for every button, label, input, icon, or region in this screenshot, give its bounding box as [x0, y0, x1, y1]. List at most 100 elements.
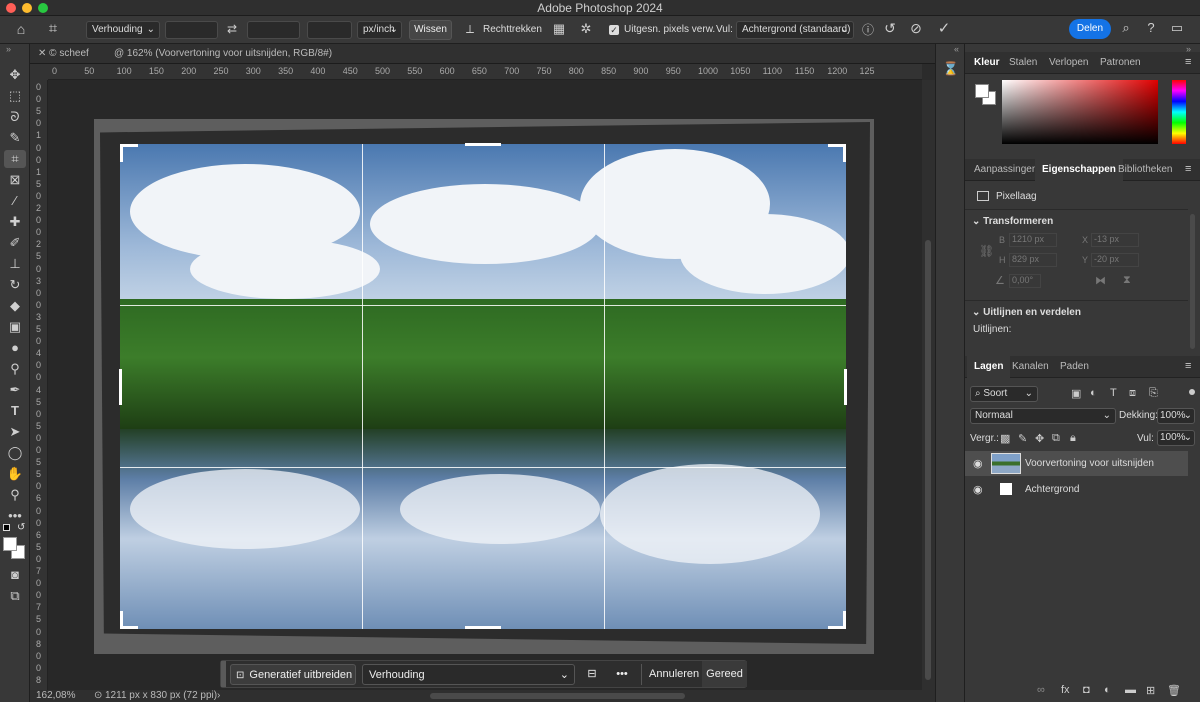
filter-type-icon[interactable]: T	[1110, 387, 1117, 399]
path-select-tool-icon[interactable]: ➤	[4, 423, 26, 441]
type-tool-icon[interactable]: T	[4, 402, 26, 420]
resolution-input[interactable]	[307, 21, 352, 39]
delete-pixels-checkbox[interactable]: ✓	[609, 25, 619, 35]
panel-menu-icon[interactable]: ≡	[1185, 56, 1191, 68]
share-button[interactable]: Delen	[1069, 19, 1111, 39]
hue-slider[interactable]	[1172, 80, 1186, 144]
align-heading[interactable]: ⌄ Uitlijnen en verdelen	[972, 307, 1081, 318]
new-layer-icon[interactable]: ⊞	[1146, 684, 1155, 697]
ratio-select[interactable]: Verhouding ⌄	[86, 21, 160, 39]
fx-icon[interactable]: fx	[1061, 684, 1070, 696]
collapse-toolbar-icon[interactable]: »	[6, 44, 11, 54]
tab-bibliotheken[interactable]: Bibliotheken	[1111, 159, 1179, 181]
tab-eigenschappen[interactable]: Eigenschappen	[1035, 159, 1123, 181]
width-input[interactable]	[165, 21, 218, 39]
swap-icon[interactable]: ⇄	[224, 22, 240, 36]
healing-brush-tool-icon[interactable]: ✚	[4, 213, 26, 231]
angle-field[interactable]: 0,00°	[1009, 274, 1041, 288]
y-field[interactable]: -20 px	[1091, 253, 1139, 267]
chevron-right-icon[interactable]: ›	[217, 690, 220, 702]
tab-patronen[interactable]: Patronen	[1093, 52, 1148, 74]
filter-adjustment-icon[interactable]: ◐	[1090, 387, 1097, 399]
close-window-button[interactable]	[6, 3, 16, 13]
canvas-vertical-scrollbar[interactable]	[922, 80, 935, 690]
gradient-tool-icon[interactable]: ▣	[4, 318, 26, 336]
opacity-field[interactable]: 100% ⌄	[1157, 408, 1195, 424]
search-icon[interactable]: ⌕	[1118, 20, 1134, 36]
home-icon[interactable]: ⌂	[12, 21, 30, 37]
layer-row[interactable]: ◉ Achtergrond	[965, 477, 1188, 502]
frame-tool-icon[interactable]: ⊠	[4, 171, 26, 189]
link-icon[interactable]: ⛓	[979, 244, 994, 258]
zoom-window-button[interactable]	[38, 3, 48, 13]
info-icon[interactable]: ⓘ	[860, 21, 876, 38]
screen-mode-icon[interactable]: ⧉	[4, 587, 26, 605]
help-icon[interactable]: ?	[1143, 20, 1159, 35]
taskbar-ratio-select[interactable]: Verhouding ⌄	[362, 664, 575, 685]
layer-row[interactable]: ◉ Voorvertoning voor uitsnijden	[965, 451, 1188, 476]
horizontal-scroll-thumb[interactable]	[430, 693, 685, 699]
foreground-color-swatch[interactable]	[3, 537, 17, 551]
transform-heading[interactable]: ⌄ Transformeren	[972, 216, 1053, 227]
document-size[interactable]: 1211 px x 830 px (72 ppi)	[105, 690, 217, 702]
tab-verlopen[interactable]: Verlopen	[1042, 52, 1095, 74]
eye-icon[interactable]: ◉	[973, 483, 983, 496]
lasso-tool-icon[interactable]: ᘐ	[4, 108, 26, 126]
lock-pixels-icon[interactable]: ✎	[1018, 432, 1027, 445]
minimize-window-button[interactable]	[22, 3, 32, 13]
tab-stalen[interactable]: Stalen	[1002, 52, 1044, 74]
fill-select[interactable]: Achtergrond (standaard) ⌄	[736, 21, 854, 39]
default-colors-icon[interactable]	[3, 524, 10, 531]
workspace-icon[interactable]: ▭	[1169, 20, 1185, 36]
hand-tool-icon[interactable]: ✋	[4, 465, 26, 483]
zoom-level[interactable]: 162,08%	[36, 690, 75, 702]
lock-transparency-icon[interactable]: ▩	[1000, 432, 1010, 445]
crop-handle-top[interactable]	[465, 143, 501, 146]
quick-select-tool-icon[interactable]: ✎	[4, 129, 26, 147]
lock-artboard-icon[interactable]: ⧉	[1052, 432, 1060, 445]
marquee-tool-icon[interactable]: ⬚	[4, 87, 26, 105]
eraser-tool-icon[interactable]: ◆	[4, 297, 26, 315]
lock-position-icon[interactable]: ✥	[1035, 432, 1044, 445]
new-group-icon[interactable]: ▬	[1125, 684, 1136, 696]
tab-kanalen[interactable]: Kanalen	[1005, 356, 1056, 378]
stamp-tool-icon[interactable]: ⊥	[4, 255, 26, 273]
width-field[interactable]: 1210 px	[1009, 233, 1057, 247]
straighten-button[interactable]: Rechttrekken	[483, 21, 542, 39]
history-panel-icon[interactable]: ⌛	[942, 61, 960, 77]
tab-paden[interactable]: Paden	[1053, 356, 1096, 378]
link-layers-icon[interactable]: ∞	[1037, 684, 1045, 696]
brush-tool-icon[interactable]: ✐	[4, 234, 26, 252]
commit-icon[interactable]: ✓	[936, 19, 952, 37]
swap-colors-icon[interactable]: ↺	[17, 522, 25, 533]
crop-handle-top-right[interactable]	[843, 144, 846, 162]
cancel-icon[interactable]: ⊘	[908, 20, 924, 37]
dodge-tool-icon[interactable]: ⚲	[4, 360, 26, 378]
crop-tool-icon[interactable]: ⌗	[44, 20, 62, 37]
filter-shape-icon[interactable]: ⧈	[1129, 387, 1136, 400]
blur-tool-icon[interactable]: ●	[4, 339, 26, 357]
crop-preview-image[interactable]	[120, 144, 846, 629]
quick-mask-icon[interactable]: ◙	[4, 566, 26, 584]
done-button[interactable]: Gereed	[702, 661, 747, 687]
lock-all-icon[interactable]: 🔒︎	[1070, 432, 1076, 445]
height-field[interactable]: 829 px	[1009, 253, 1057, 267]
gear-icon[interactable]: ✲	[578, 21, 594, 37]
overlay-grid-icon[interactable]: ▦	[551, 21, 567, 37]
unit-select[interactable]: px/inch ⌄	[357, 21, 402, 39]
tab-close-icon[interactable]: ✕	[38, 48, 46, 59]
shape-tool-icon[interactable]: ◯	[4, 444, 26, 462]
blend-mode-select[interactable]: Normaal ⌄	[970, 408, 1116, 424]
tab-aanpassingen[interactable]: Aanpassingen	[967, 159, 1044, 181]
pen-tool-icon[interactable]: ✒	[4, 381, 26, 399]
eyedropper-tool-icon[interactable]: ⁄	[4, 192, 26, 210]
collapse-panels-icon[interactable]: «	[954, 44, 959, 54]
filter-toggle[interactable]	[1189, 389, 1195, 395]
move-tool-icon[interactable]: ✥	[4, 66, 26, 84]
panel-menu-icon[interactable]: ≡	[1185, 163, 1191, 175]
clear-button[interactable]: Wissen	[409, 20, 452, 40]
taskbar-drag-handle[interactable]	[221, 661, 226, 687]
more-options-icon[interactable]: •••	[613, 664, 631, 685]
tab-scheef[interactable]: ✕ © scheef	[30, 44, 97, 64]
straighten-icon[interactable]: ⊟	[583, 664, 601, 685]
